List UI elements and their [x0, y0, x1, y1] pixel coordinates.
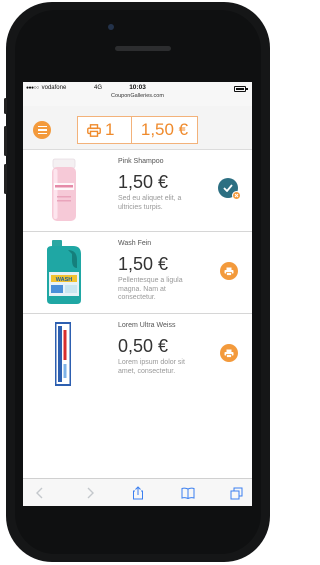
product-price: 1,50 € [118, 172, 169, 192]
pink-shampoo-image [52, 158, 76, 221]
product-price: 0,50 € [118, 336, 169, 356]
printer-icon [224, 349, 234, 358]
list-item[interactable]: WASH Wash Fein 1,50 € Pellentesque a lig… [23, 232, 252, 314]
print-coupon-button[interactable] [220, 262, 238, 280]
cart-summary[interactable]: 1 1,50 € [77, 116, 198, 144]
earpiece-speaker [115, 46, 171, 51]
volume-up-button [4, 126, 7, 156]
product-list: Pink Shampoo 1,50 € Sed eu aliquet elit,… [23, 150, 252, 386]
phone-screen: ●●●○○ vodafone 4G 10:03 CouponGalleries.… [23, 82, 252, 506]
product-name: Pink Shampoo [118, 158, 164, 165]
product-name: Wash Fein [118, 240, 152, 247]
list-item[interactable]: Lorem Ultra Weiss 0,50 € Lorem ipsum dol… [23, 314, 252, 386]
front-camera [108, 24, 114, 30]
product-description: Pellentesque a ligula magna. Nam at cons… [118, 277, 183, 301]
forward-icon[interactable] [83, 486, 97, 500]
check-icon [223, 184, 233, 192]
detergent-bottle-image: WASH [47, 240, 81, 304]
product-name: Lorem Ultra Weiss [118, 322, 176, 329]
menu-icon[interactable] [33, 121, 51, 139]
printer-icon [224, 267, 234, 276]
cart-total: 1,50 € [140, 120, 189, 139]
product-description: Lorem ipsum dolor sit amet, consectetur. [118, 359, 185, 375]
clock: 10:03 [129, 84, 146, 91]
cart-count: 1 [105, 120, 115, 139]
share-icon[interactable] [131, 486, 145, 500]
status-bar: ●●●○○ vodafone 4G 10:03 CouponGalleries.… [23, 82, 252, 106]
bookmarks-icon[interactable] [181, 486, 195, 500]
tabs-icon[interactable] [229, 486, 243, 500]
svg-text:WASH: WASH [56, 277, 73, 283]
toothpaste-box-image [55, 322, 71, 386]
selected-check-button[interactable] [218, 178, 241, 200]
product-price: 1,50 € [118, 254, 169, 274]
address-bar-url[interactable]: CouponGalleries.com [23, 93, 252, 99]
back-icon[interactable] [33, 486, 47, 500]
remove-badge-icon[interactable] [232, 191, 241, 200]
printer-icon [87, 123, 101, 137]
product-description: Sed eu aliquet elit, a ultricies turpis. [118, 195, 182, 211]
browser-toolbar [23, 478, 252, 506]
print-coupon-button[interactable] [220, 344, 238, 362]
battery-icon [234, 86, 248, 92]
mute-switch [4, 98, 7, 114]
list-item[interactable]: Pink Shampoo 1,50 € Sed eu aliquet elit,… [23, 150, 252, 232]
cart-header: 1 1,50 € [23, 106, 252, 150]
volume-down-button [4, 164, 7, 194]
